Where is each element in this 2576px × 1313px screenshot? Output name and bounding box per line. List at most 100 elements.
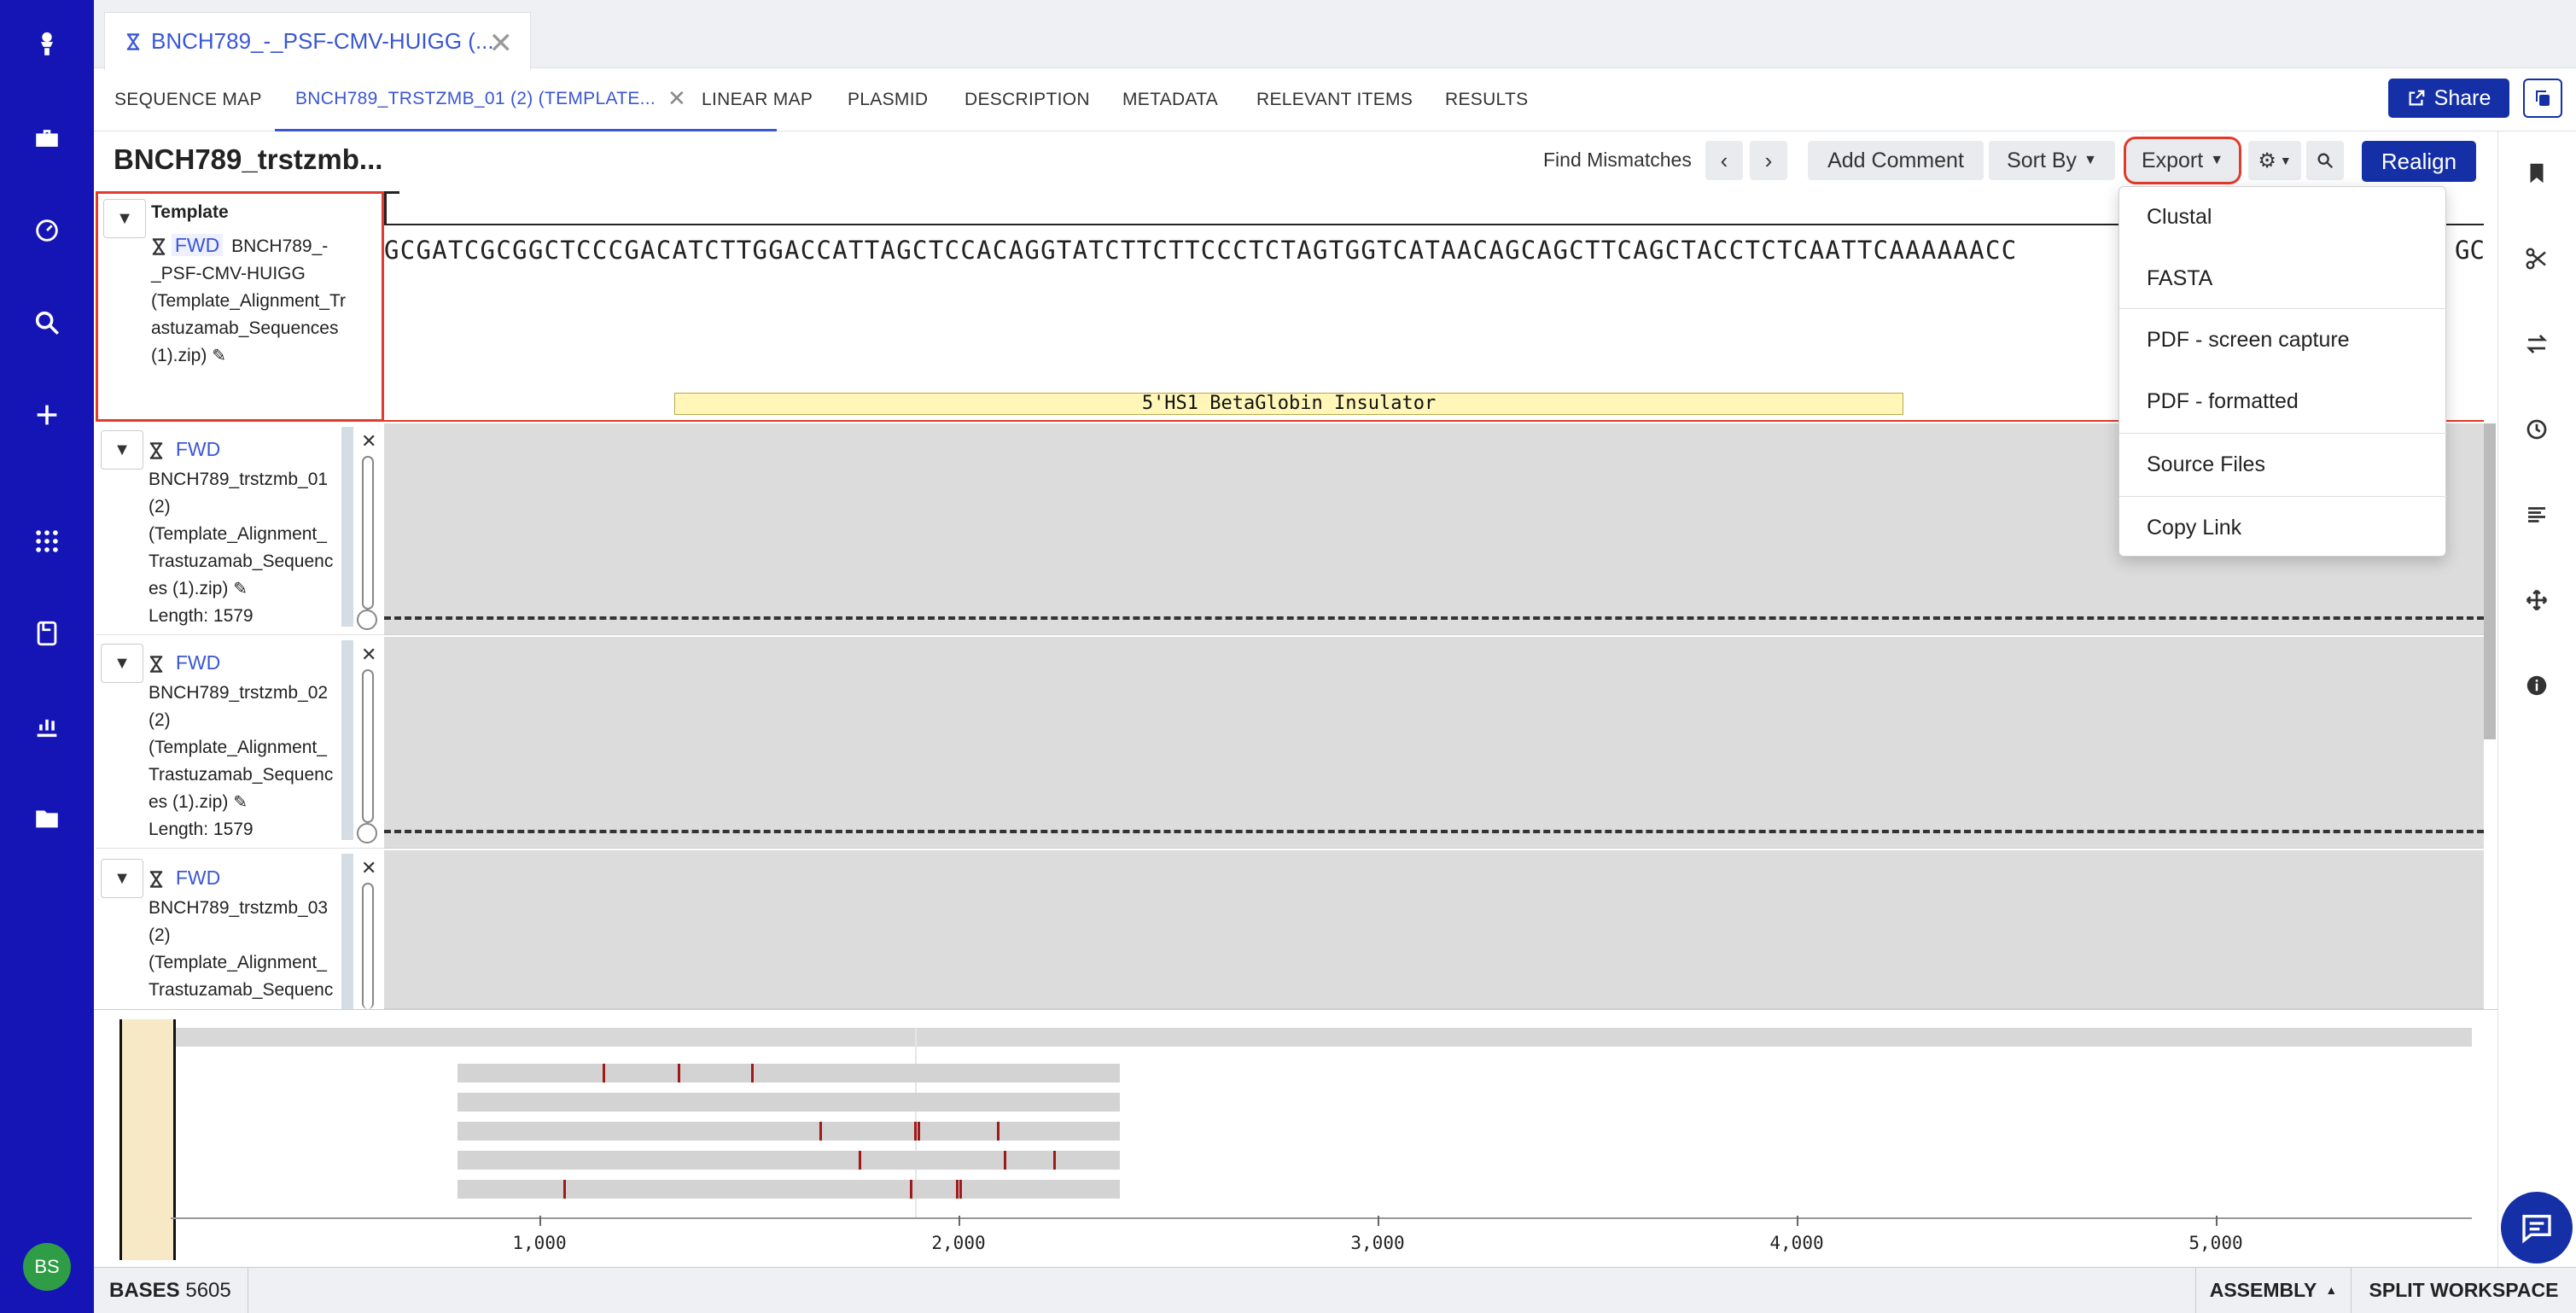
find-mismatches-label: Find Mismatches [1543,149,1692,171]
next-mismatch-button[interactable]: › [1750,141,1787,180]
app-sidebar: BS [0,0,94,1313]
logo-icon[interactable] [23,20,71,68]
copy-button[interactable] [2523,79,2562,118]
caret-down-icon: ▼ [114,653,131,673]
read-direction: FWD [149,649,220,678]
menu-item-copy-link[interactable]: Copy Link [2119,498,2447,557]
tab-plasmid[interactable]: PLASMID [848,68,928,131]
tab-relevant-items[interactable]: RELEVANT ITEMS [1256,68,1413,131]
caret-down-icon: ▼ [2084,153,2097,167]
menu-item-pdf-screen-capture[interactable]: PDF - screen capture [2119,310,2447,370]
edit-icon[interactable]: ✎ [233,793,248,812]
overview-read-bar [458,1093,1120,1112]
read-scrollbar[interactable] [362,669,374,823]
collapse-read-button[interactable]: ▼ [101,644,143,683]
axis-tick [1797,1216,1798,1226]
document-tab-title: BNCH789_-_PSF-CMV-HUIGG (... [151,28,494,54]
bookmark-icon[interactable] [2515,152,2558,195]
collapse-read-button[interactable]: ▼ [101,859,143,898]
briefcase-icon[interactable] [23,114,71,162]
menu-item-clustal[interactable]: Clustal [2119,187,2447,247]
document-tab[interactable]: BNCH789_-_PSF-CMV-HUIGG (... ✕ [104,12,531,70]
split-workspace-button[interactable]: SPLIT WORKSPACE [2351,1267,2576,1313]
settings-button[interactable]: ⚙ ▼ [2248,141,2301,180]
read-scroll-handle[interactable] [357,610,377,630]
alignment-overview[interactable] [94,1009,2497,1267]
template-name: FWD BNCH789_- _PSF-CMV-HUIGG (Template_A… [151,231,382,370]
tab-description[interactable]: DESCRIPTION [965,68,1090,131]
assembly-toggle[interactable]: ASSEMBLY ▲ [2195,1267,2351,1313]
share-button[interactable]: Share [2388,79,2509,118]
axis-tick-label: 4,000 [1769,1233,1824,1253]
read-name-line: BNCH789_trstzmb_03 [149,898,329,918]
read-name-line: Trastuzamab_Sequenc [149,765,334,785]
plus-icon[interactable] [23,391,71,439]
info-icon[interactable] [2515,664,2558,707]
apps-grid-icon[interactable] [23,517,71,565]
folder-sync-icon[interactable] [23,794,71,842]
remove-read-icon[interactable]: ✕ [361,857,376,879]
read-scroll-handle[interactable] [357,823,377,843]
mismatch-marker [1053,1151,1056,1170]
axis-tick [2216,1216,2218,1226]
tab-metadata[interactable]: METADATA [1122,68,1218,131]
prev-mismatch-button[interactable]: ‹ [1705,141,1743,180]
collapse-read-button[interactable]: ▼ [101,430,143,470]
search-icon[interactable] [23,299,71,347]
axis-tick-label: 5,000 [2188,1233,2243,1253]
axis-tick-label: 2,000 [931,1233,986,1253]
collapse-template-button[interactable]: ▼ [103,199,146,238]
overview-read-bar [458,1064,1120,1082]
scissors-icon[interactable] [2515,237,2558,280]
read-name-line: (Template_Alignment_ [149,953,327,972]
mismatch-marker [959,1180,962,1199]
insights-icon[interactable] [23,207,71,254]
mismatch-marker [914,1122,917,1141]
close-icon[interactable]: ✕ [489,26,514,61]
notebook-icon[interactable] [23,610,71,657]
template-name-line: (1).zip) [151,346,207,365]
close-tab-icon[interactable]: ✕ [667,85,686,112]
align-left-icon[interactable] [2515,493,2558,536]
menu-item-pdf-formatted[interactable]: PDF - formatted [2119,371,2447,431]
menu-item-fasta[interactable]: FASTA [2119,248,2447,308]
menu-item-source-files[interactable]: Source Files [2119,435,2447,494]
hourglass-icon [152,238,166,256]
page-title: BNCH789_trstzmb... [114,143,383,175]
tab-results[interactable]: RESULTS [1445,68,1528,131]
view-tabs: SEQUENCE MAP BNCH789_TRSTZMB_01 (2) (TEM… [94,68,2576,131]
move-icon[interactable] [2515,579,2558,621]
read-gap-line [384,830,2484,833]
add-comment-button[interactable]: Add Comment [1808,141,1984,180]
template-name-line: astuzamab_Sequences [151,318,339,338]
overview-viewport-window[interactable] [119,1019,176,1260]
avatar[interactable]: BS [23,1243,71,1291]
feature-annotation[interactable]: 5'HS1 BetaGlobin Insulator [674,393,1903,415]
realign-button[interactable]: Realign [2362,141,2476,182]
remove-read-icon[interactable]: ✕ [361,430,376,452]
hourglass-icon [149,871,163,889]
tab-sequence-map[interactable]: SEQUENCE MAP [114,68,262,131]
remove-read-icon[interactable]: ✕ [361,644,376,666]
search-button[interactable] [2306,141,2344,180]
cursor-marker-cap [384,191,399,194]
edit-icon[interactable]: ✎ [212,347,226,365]
bar-chart-icon[interactable] [23,702,71,750]
tab-linear-map[interactable]: LINEAR MAP [702,68,813,131]
swap-icon[interactable] [2515,323,2558,365]
axis-tick [539,1216,541,1226]
history-icon[interactable] [2515,408,2558,451]
alignment-scrollbar[interactable] [2484,423,2496,739]
edit-icon[interactable]: ✎ [233,580,248,598]
read-scrollbar[interactable] [362,456,374,610]
read-gap-line [384,616,2484,620]
export-button[interactable]: Export ▼ [2124,137,2241,184]
mismatch-marker [859,1151,861,1170]
mismatch-marker [956,1180,959,1199]
chat-button[interactable] [2501,1192,2573,1263]
read-scrollbar[interactable] [362,883,374,1009]
sort-by-button[interactable]: Sort By ▼ [1989,141,2115,180]
template-direction: FWD [171,234,224,256]
caret-down-icon: ▼ [114,868,131,888]
share-label: Share [2433,85,2491,110]
